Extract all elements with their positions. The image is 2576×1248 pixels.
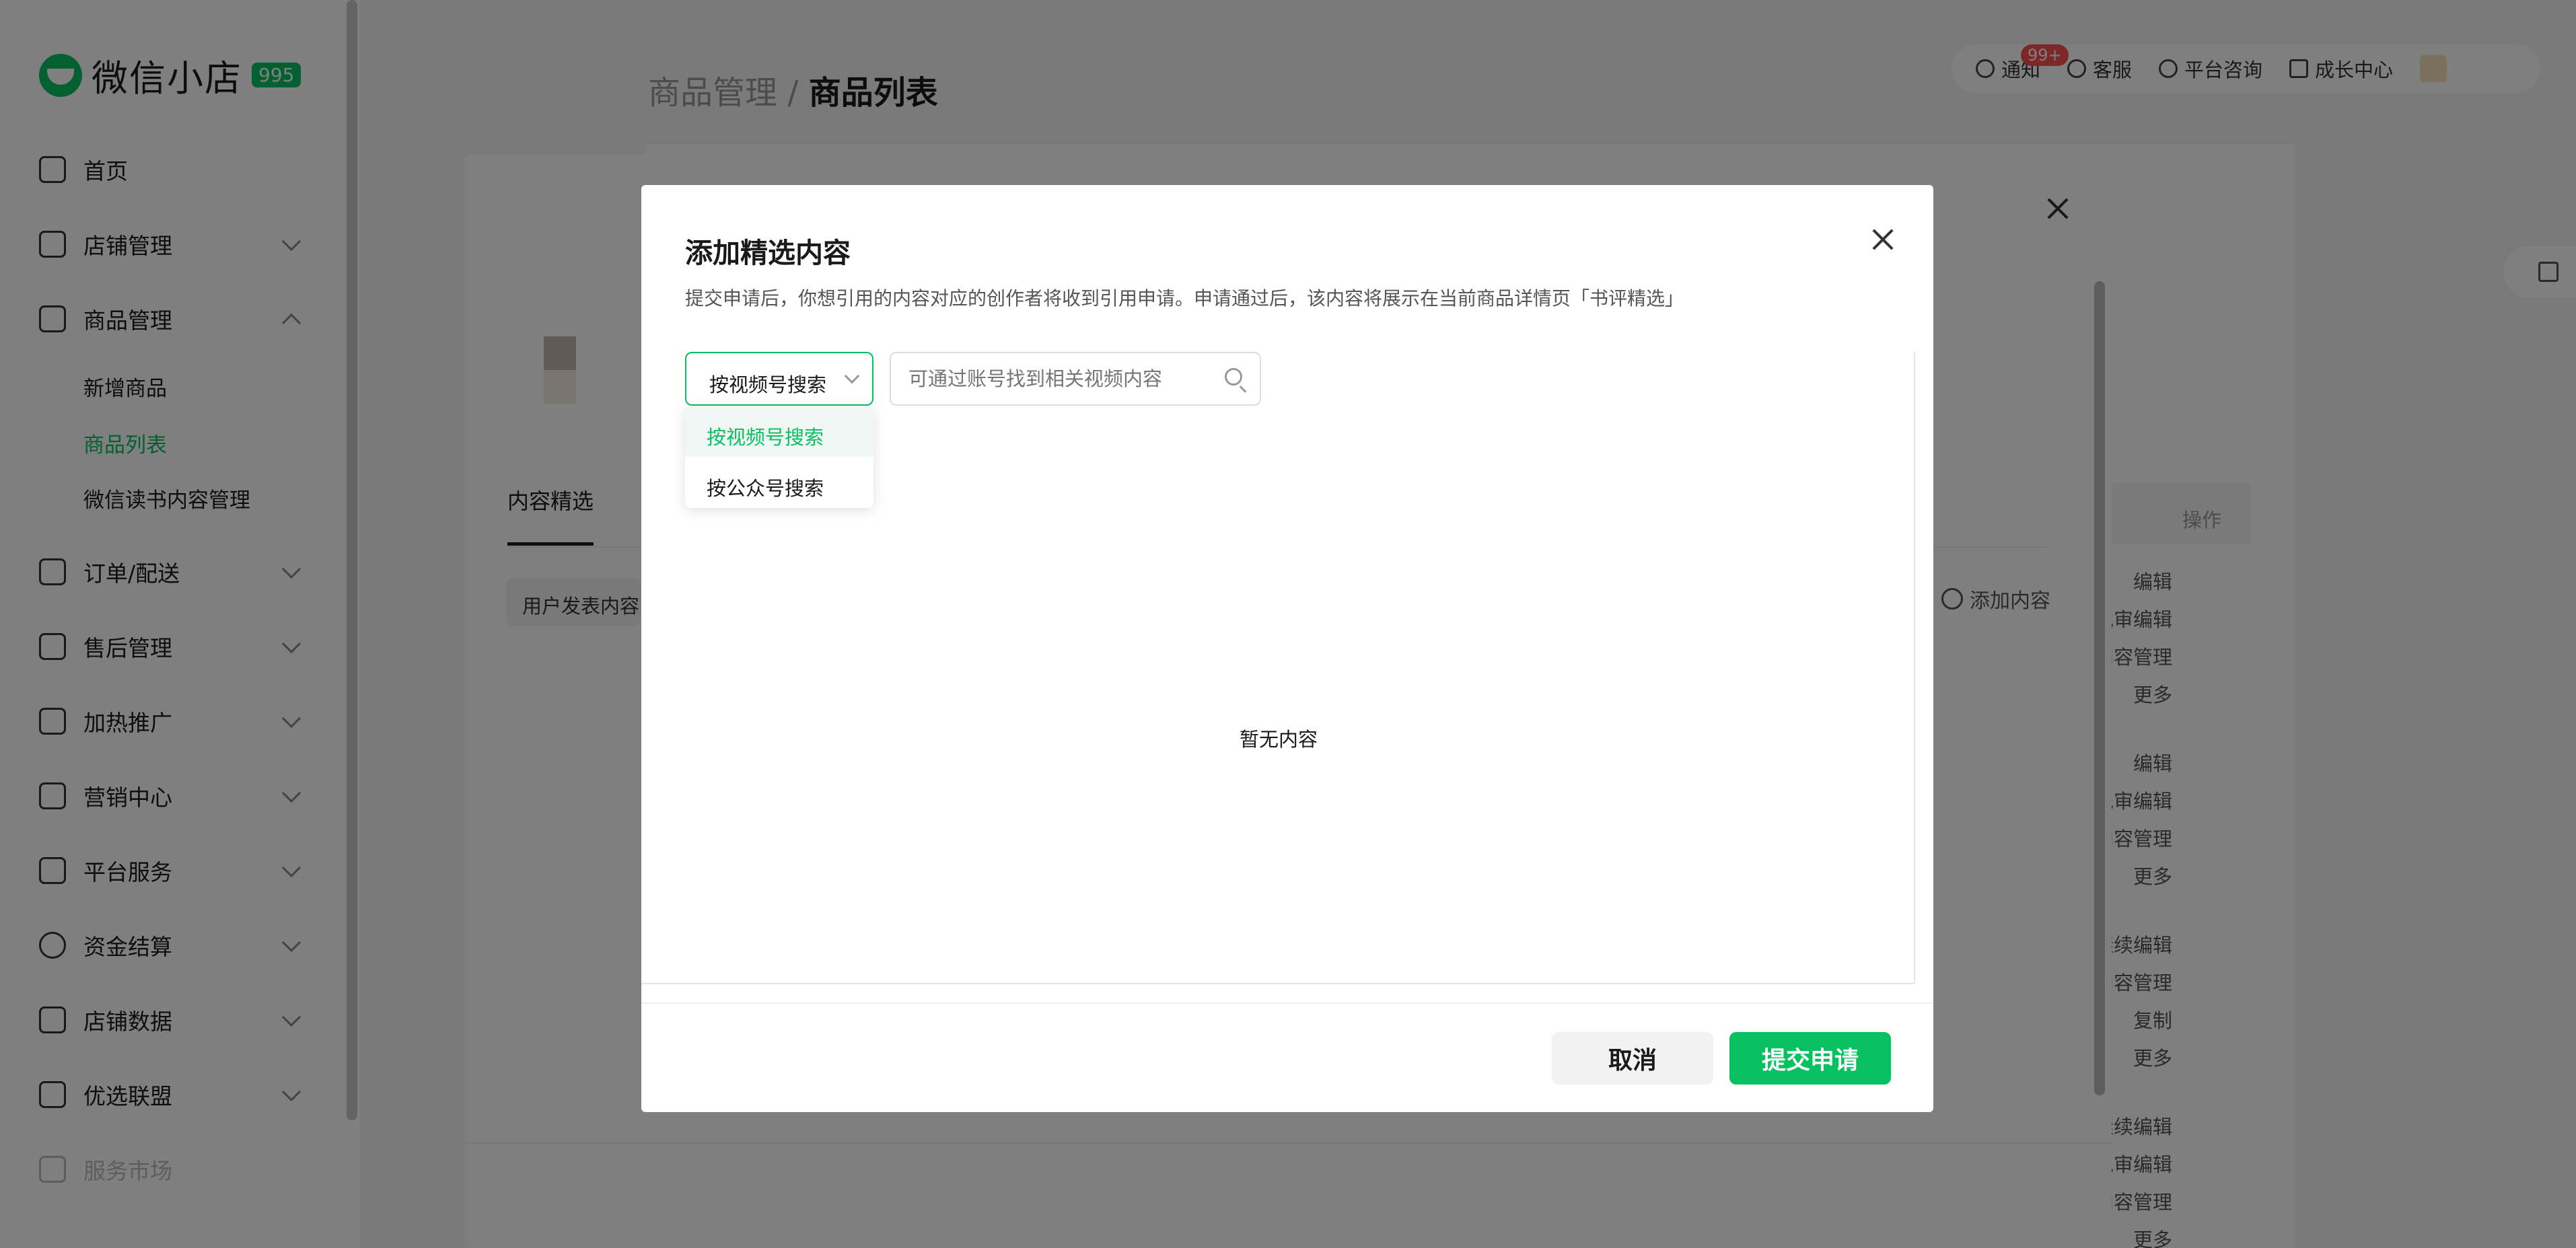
option-video-account[interactable]: 按视频号搜索 [685, 406, 873, 457]
search-type-dropdown: 按视频号搜索 按公众号搜索 [685, 406, 873, 508]
select-value: 按视频号搜索 [709, 373, 827, 396]
dialog-footer-divider [641, 1002, 1933, 1004]
empty-state: 暂无内容 [1240, 728, 1318, 751]
cancel-button[interactable]: 取消 [1552, 1032, 1713, 1085]
search-input[interactable] [908, 353, 1219, 404]
dialog-description: 提交申请后，你想引用的内容对应的创作者将收到引用申请。申请通过后，该内容将展示在… [685, 287, 1684, 309]
chevron-down-icon [844, 368, 860, 384]
dialog-title: 添加精选内容 [685, 237, 851, 269]
close-icon[interactable] [1868, 226, 1895, 253]
submit-button[interactable]: 提交申请 [1729, 1032, 1891, 1085]
search-type-select[interactable]: 按视频号搜索 [685, 352, 873, 406]
option-official-account[interactable]: 按公众号搜索 [685, 457, 873, 508]
search-field[interactable] [890, 352, 1261, 406]
search-icon[interactable] [1225, 368, 1242, 386]
